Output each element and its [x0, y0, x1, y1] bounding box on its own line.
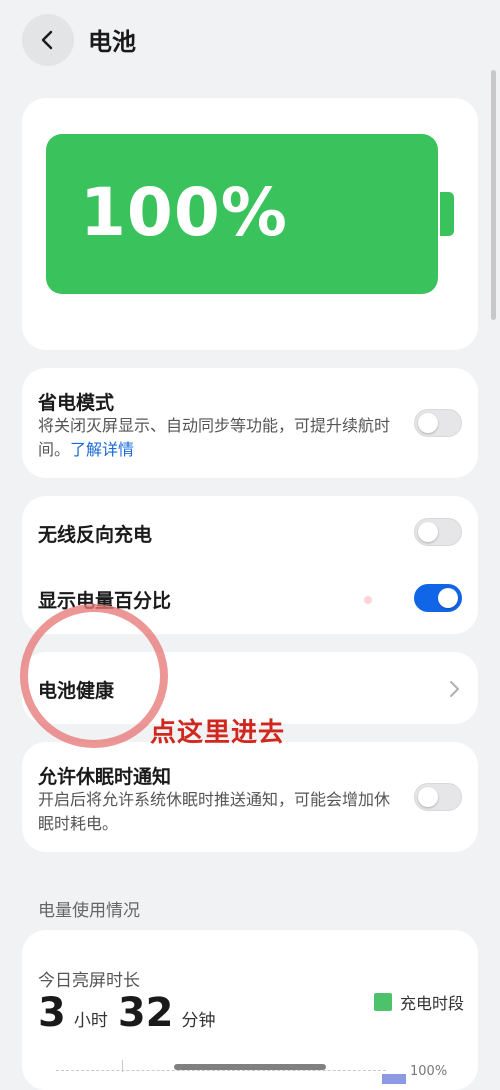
- battery-level-indicator: 100%: [46, 134, 438, 294]
- toggle-knob: [418, 522, 438, 542]
- wireless-reverse-toggle[interactable]: [414, 518, 462, 546]
- annotation-text: 点这里进去: [150, 718, 286, 748]
- power-saving-toggle[interactable]: [414, 409, 462, 437]
- sleep-notify-title: 允许休眠时通知: [38, 766, 172, 788]
- battery-percent: 100%: [80, 174, 288, 251]
- back-button[interactable]: [22, 14, 74, 66]
- chart-tick: [122, 1060, 123, 1072]
- legend-swatch: [374, 993, 392, 1011]
- hours-value: 3: [38, 990, 66, 1036]
- annotation-circle: [20, 604, 168, 748]
- header: 电池: [0, 0, 500, 80]
- battery-card: 100%: [22, 98, 478, 350]
- power-saving-title: 省电模式: [38, 392, 115, 414]
- home-indicator[interactable]: [174, 1064, 326, 1070]
- power-saving-desc: 将关闭灭屏显示、自动同步等功能，可提升续航时间。了解详情: [38, 414, 398, 462]
- learn-more-link[interactable]: 了解详情: [70, 440, 134, 459]
- minutes-value: 32: [117, 990, 174, 1036]
- toggle-knob: [418, 787, 438, 807]
- sleep-notify-toggle[interactable]: [414, 783, 462, 811]
- usage-section-label: 电量使用情况: [38, 901, 140, 921]
- screen-on-duration: 3 小时 32 分钟: [38, 990, 226, 1036]
- minutes-unit: 分钟: [181, 1011, 216, 1031]
- hours-unit: 小时: [73, 1011, 108, 1031]
- page-title: 电池: [88, 28, 136, 56]
- chart-bar: [382, 1074, 406, 1084]
- annotation-dot: [364, 596, 372, 604]
- power-saving-card[interactable]: 省电模式 将关闭灭屏显示、自动同步等功能，可提升续航时间。了解详情: [22, 368, 478, 478]
- battery-tip: [440, 192, 454, 236]
- scrollbar[interactable]: [491, 70, 496, 320]
- screen-on-label: 今日亮屏时长: [38, 971, 140, 991]
- show-percentage-toggle[interactable]: [414, 584, 462, 612]
- wireless-reverse-title: 无线反向充电: [38, 524, 153, 546]
- chart-gridline: [56, 1070, 386, 1072]
- axis-max-label: 100%: [410, 1064, 448, 1079]
- legend-label: 充电时段: [400, 994, 465, 1013]
- sleep-notify-desc: 开启后将允许系统休眠时推送通知，可能会增加休眠时耗电。: [38, 790, 391, 833]
- chevron-right-icon: [450, 681, 459, 697]
- toggle-knob: [418, 413, 438, 433]
- sleep-notify-card[interactable]: 允许休眠时通知 开启后将允许系统休眠时推送通知，可能会增加休眠时耗电。: [22, 742, 478, 852]
- toggle-knob: [438, 588, 458, 608]
- chevron-left-icon: [41, 30, 53, 50]
- charging-legend: 充电时段: [374, 990, 464, 1014]
